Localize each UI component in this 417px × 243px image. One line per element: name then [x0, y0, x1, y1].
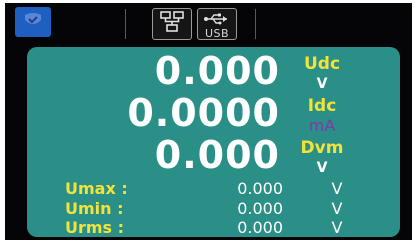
idc-unit-ma: mA — [308, 116, 336, 135]
top-status-bar: USB — [5, 3, 412, 45]
udc-unit-label: Udc — [303, 54, 341, 74]
umax-unit: V — [331, 179, 343, 198]
status-badge[interactable] — [15, 7, 51, 37]
usb-button[interactable]: USB — [197, 8, 237, 40]
udc-unit-v: V — [316, 76, 328, 92]
divider — [125, 9, 126, 39]
dvm-reading: 0.000 — [154, 133, 280, 177]
udc-reading: 0.000 — [154, 49, 280, 93]
umax-value: 0.000 — [237, 179, 283, 198]
network-button[interactable] — [152, 8, 192, 40]
measurement-panel: 0.000 Udc V 0.0000 Idc mA 0.000 Dvm V Um… — [27, 47, 400, 237]
urms-value: 0.000 — [237, 218, 283, 237]
urms-unit: V — [331, 218, 343, 237]
dvm-unit-label: Dvm — [300, 138, 344, 158]
idc-unit-label: Idc — [307, 96, 337, 116]
urms-label: Urms : — [65, 218, 125, 237]
network-tree-icon — [157, 10, 187, 38]
umax-label: Umax : — [65, 179, 128, 198]
umin-value: 0.000 — [237, 199, 283, 218]
shield-check-icon — [22, 11, 44, 33]
usb-label: USB — [204, 26, 230, 40]
idc-reading: 0.0000 — [127, 91, 280, 135]
device-screen: USB 0.000 Udc V 0.0000 Idc mA 0.000 Dvm … — [5, 3, 412, 240]
dvm-unit-v: V — [316, 160, 328, 176]
divider — [255, 9, 256, 39]
umin-label: Umin : — [65, 199, 124, 218]
umin-unit: V — [331, 199, 343, 218]
usb-icon — [203, 10, 231, 29]
